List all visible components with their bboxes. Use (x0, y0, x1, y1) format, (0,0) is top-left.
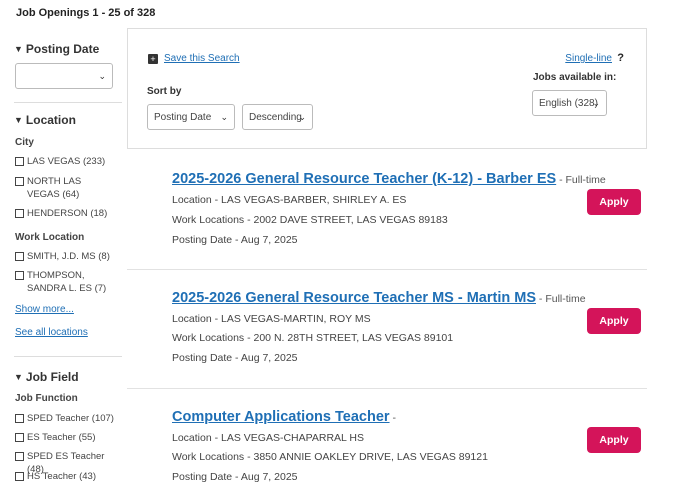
job-function-option[interactable]: HS Teacher (43) (15, 470, 121, 483)
sort-field-value: Posting Date (154, 112, 212, 123)
sort-order-select[interactable]: Descending ⌄ (242, 104, 313, 130)
apply-button[interactable]: Apply (587, 308, 641, 334)
checkbox[interactable] (15, 157, 24, 166)
city-option[interactable]: HENDERSON (18) (15, 207, 115, 220)
chevron-down-icon: ⌄ (98, 71, 106, 81)
job-type: - Full-time (536, 293, 586, 305)
job-function-option[interactable]: SPED Teacher (107) (15, 412, 121, 425)
job-location: Location - LAS VEGAS-MARTIN, ROY MS (172, 313, 371, 325)
city-name: LAS VEGAS (27, 156, 81, 167)
job-function-name: ES Teacher (27, 432, 76, 443)
job-listing: 2025-2026 General Resource Teacher MS - … (127, 270, 647, 388)
city-option[interactable]: NORTH LAS VEGAS (64) (15, 175, 93, 201)
job-function-name: SPED Teacher (27, 413, 90, 424)
job-title-row: 2025-2026 General Resource Teacher (K-12… (172, 171, 606, 187)
job-field-filter-toggle[interactable]: ▼ Job Field (14, 370, 79, 384)
job-field-heading: Job Field (25, 370, 79, 384)
job-function-label: Job Function (15, 393, 78, 404)
language-select[interactable]: English (328) ⌄ (532, 90, 607, 116)
job-posting-date: Posting Date - Aug 7, 2025 (172, 471, 298, 483)
job-posting-date: Posting Date - Aug 7, 2025 (172, 352, 298, 364)
chevron-down-icon: ⌄ (298, 112, 306, 122)
posting-date-filter-toggle[interactable]: ▼ Posting Date (14, 42, 99, 56)
posting-date-select[interactable]: ⌄ (15, 63, 113, 89)
job-function-count: (55) (78, 432, 96, 443)
location-heading: Location (25, 113, 76, 127)
work-location-count: (8) (98, 251, 110, 262)
job-location: Location - LAS VEGAS-BARBER, SHIRLEY A. … (172, 194, 407, 206)
caret-down-icon: ▼ (14, 115, 23, 125)
job-function-name: HS Teacher (27, 471, 77, 482)
job-function-option[interactable]: ES Teacher (55) (15, 431, 121, 444)
apply-button[interactable]: Apply (587, 427, 641, 453)
job-location: Location - LAS VEGAS-CHAPARRAL HS (172, 432, 364, 444)
help-icon[interactable]: ? (617, 52, 624, 64)
city-count: (18) (90, 208, 108, 219)
job-function-name: SPED ES Teacher (27, 451, 105, 462)
work-location-option[interactable]: THOMPSON, SANDRA L. ES (7) (15, 269, 119, 295)
work-location-name: THOMPSON, SANDRA L. ES (27, 270, 92, 294)
work-location-option[interactable]: SMITH, J.D. MS (8) (15, 250, 115, 263)
show-more-link[interactable]: Show more... (15, 304, 74, 315)
checkbox[interactable] (15, 414, 24, 423)
search-options-panel: + Save this Search Single-line ? Sort by… (127, 28, 647, 149)
city-count: (64) (62, 189, 80, 200)
save-search-row[interactable]: + Save this Search (148, 53, 240, 64)
job-function-count: (107) (91, 413, 114, 424)
language-value: English (328) (539, 98, 598, 109)
checkbox[interactable] (15, 271, 24, 280)
work-location-name: SMITH, J.D. MS (27, 251, 96, 262)
single-line-link[interactable]: Single-line (565, 53, 612, 64)
chevron-down-icon: ⌄ (592, 98, 600, 108)
job-work-locations: Work Locations - 200 N. 28TH STREET, LAS… (172, 332, 454, 344)
job-work-locations: Work Locations - 3850 ANNIE OAKLEY DRIVE… (172, 451, 488, 463)
city-label: City (15, 137, 34, 148)
job-listing: Computer Applications Teacher - Location… (127, 389, 647, 487)
work-location-label: Work Location (15, 232, 85, 243)
checkbox[interactable] (15, 433, 24, 442)
caret-down-icon: ▼ (14, 44, 23, 54)
job-title-link[interactable]: 2025-2026 General Resource Teacher (K-12… (172, 171, 556, 187)
checkbox[interactable] (15, 209, 24, 218)
sort-by-label: Sort by (147, 86, 182, 97)
sidebar-divider (14, 102, 122, 103)
city-option[interactable]: LAS VEGAS (233) (15, 155, 115, 168)
sidebar-divider (14, 356, 122, 357)
checkbox[interactable] (15, 177, 24, 186)
caret-down-icon: ▼ (14, 372, 23, 382)
checkbox[interactable] (15, 452, 24, 461)
location-filter-toggle[interactable]: ▼ Location (14, 113, 76, 127)
city-name: HENDERSON (27, 208, 88, 219)
see-all-locations-link[interactable]: See all locations (15, 327, 88, 338)
job-type: - (389, 412, 396, 424)
sort-field-select[interactable]: Posting Date ⌄ (147, 104, 235, 130)
jobs-available-label: Jobs available in: (533, 72, 617, 83)
job-work-locations: Work Locations - 2002 DAVE STREET, LAS V… (172, 214, 448, 226)
job-title-link[interactable]: Computer Applications Teacher (172, 409, 390, 425)
plus-icon: + (148, 53, 158, 64)
chevron-down-icon: ⌄ (220, 112, 228, 122)
checkbox[interactable] (15, 472, 24, 481)
sort-order-value: Descending (249, 112, 302, 123)
save-search-link[interactable]: Save this Search (164, 53, 240, 64)
city-count: (233) (82, 156, 106, 167)
job-listing: 2025-2026 General Resource Teacher (K-12… (127, 150, 647, 269)
job-title-row: Computer Applications Teacher - (172, 409, 396, 425)
work-location-count: (7) (94, 283, 107, 294)
job-title-link[interactable]: 2025-2026 General Resource Teacher MS - … (172, 290, 536, 306)
posting-date-heading: Posting Date (25, 42, 100, 56)
results-count: Job Openings 1 - 25 of 328 (16, 7, 156, 19)
job-function-count: (43) (79, 471, 97, 482)
job-title-row: 2025-2026 General Resource Teacher MS - … (172, 290, 586, 306)
checkbox[interactable] (15, 252, 24, 261)
apply-button[interactable]: Apply (587, 189, 641, 215)
job-type: - Full-time (556, 174, 606, 186)
job-posting-date: Posting Date - Aug 7, 2025 (172, 234, 298, 246)
